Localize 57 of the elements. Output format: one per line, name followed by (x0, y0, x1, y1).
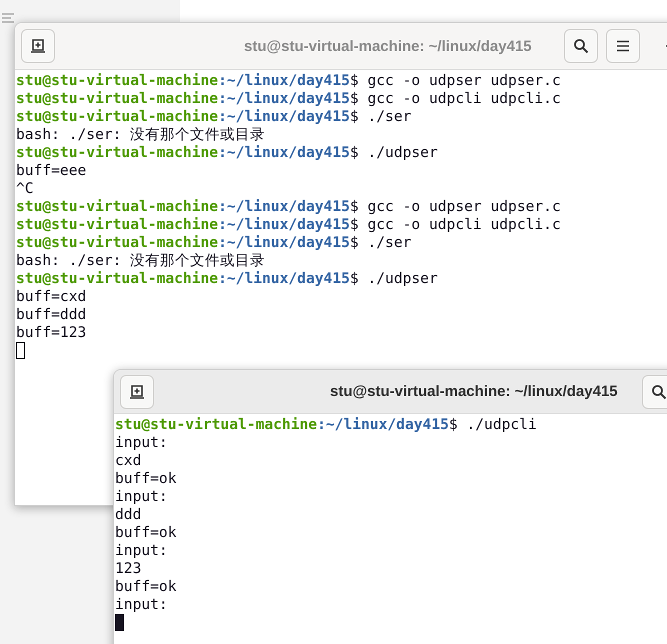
output-text: input: (115, 596, 168, 614)
command-text: $ ./udpser (350, 270, 438, 288)
search-button[interactable] (564, 29, 598, 63)
window-title: stu@stu-virtual-machine: ~/linux/day415 (330, 383, 618, 400)
output-text: buff=ok (115, 470, 177, 488)
output-text: buff=ddd (16, 306, 86, 324)
output-text: cxd (115, 452, 142, 470)
prompt-path: :~/linux/day415 (218, 90, 350, 108)
prompt-user: stu@stu-virtual-machine (16, 90, 218, 108)
output-text: input: (115, 488, 168, 506)
menu-icon (616, 40, 630, 52)
new-tab-icon (129, 384, 145, 400)
prompt-user: stu@stu-virtual-machine (115, 416, 318, 434)
output-text: ddd (115, 506, 142, 524)
new-tab-button[interactable] (21, 29, 55, 63)
prompt-path: :~/linux/day415 (218, 198, 350, 216)
command-text: $ ./udpser (350, 144, 438, 162)
prompt-path: :~/linux/day415 (317, 416, 449, 434)
prompt-path: :~/linux/day415 (218, 144, 350, 162)
prompt-user: stu@stu-virtual-machine (16, 234, 218, 252)
command-text: $ ./ser (350, 108, 412, 126)
prompt-path: :~/linux/day415 (218, 216, 350, 234)
search-button[interactable] (642, 374, 667, 408)
command-text: $ ./udpcli (448, 416, 537, 434)
output-text: bash: ./ser: 没有那个文件或目录 (16, 252, 266, 270)
command-text: $ gcc -o udpcli udpcli.c (350, 216, 561, 234)
output-text: buff=cxd (16, 288, 86, 306)
window-title: stu@stu-virtual-machine: ~/linux/day415 (244, 38, 532, 54)
list-icon (2, 13, 14, 23)
menu-button[interactable] (606, 29, 640, 63)
new-tab-button[interactable] (120, 374, 154, 408)
search-icon (572, 38, 589, 54)
command-text: $ gcc -o udpser udpser.c (350, 72, 561, 90)
output-text: bash: ./ser: 没有那个文件或目录 (16, 126, 266, 144)
prompt-user: stu@stu-virtual-machine (16, 144, 218, 162)
output-text: 123 (115, 560, 142, 578)
prompt-user: stu@stu-virtual-machine (16, 108, 218, 126)
prompt-path: :~/linux/day415 (218, 108, 350, 126)
command-text: $ gcc -o udpcli udpcli.c (350, 90, 561, 108)
output-text: input: (115, 434, 168, 452)
prompt-user: stu@stu-virtual-machine (16, 216, 218, 234)
prompt-user: stu@stu-virtual-machine (16, 72, 218, 90)
prompt-path: :~/linux/day415 (218, 234, 350, 252)
prompt-user: stu@stu-virtual-machine (16, 198, 218, 216)
output-text: ^C (16, 180, 34, 198)
command-text: $ gcc -o udpser udpser.c (350, 198, 561, 216)
prompt-user: stu@stu-virtual-machine (16, 270, 218, 288)
output-text: buff=eee (16, 162, 86, 180)
command-text: $ ./ser (350, 234, 412, 252)
output-text: buff=ok (115, 524, 177, 542)
output-text: input: (115, 542, 168, 560)
search-icon (650, 384, 667, 400)
prompt-path: :~/linux/day415 (218, 72, 350, 90)
output-text: buff=123 (16, 324, 86, 342)
new-tab-icon (30, 38, 46, 54)
output-text: buff=ok (115, 578, 177, 596)
prompt-path: :~/linux/day415 (218, 270, 350, 288)
